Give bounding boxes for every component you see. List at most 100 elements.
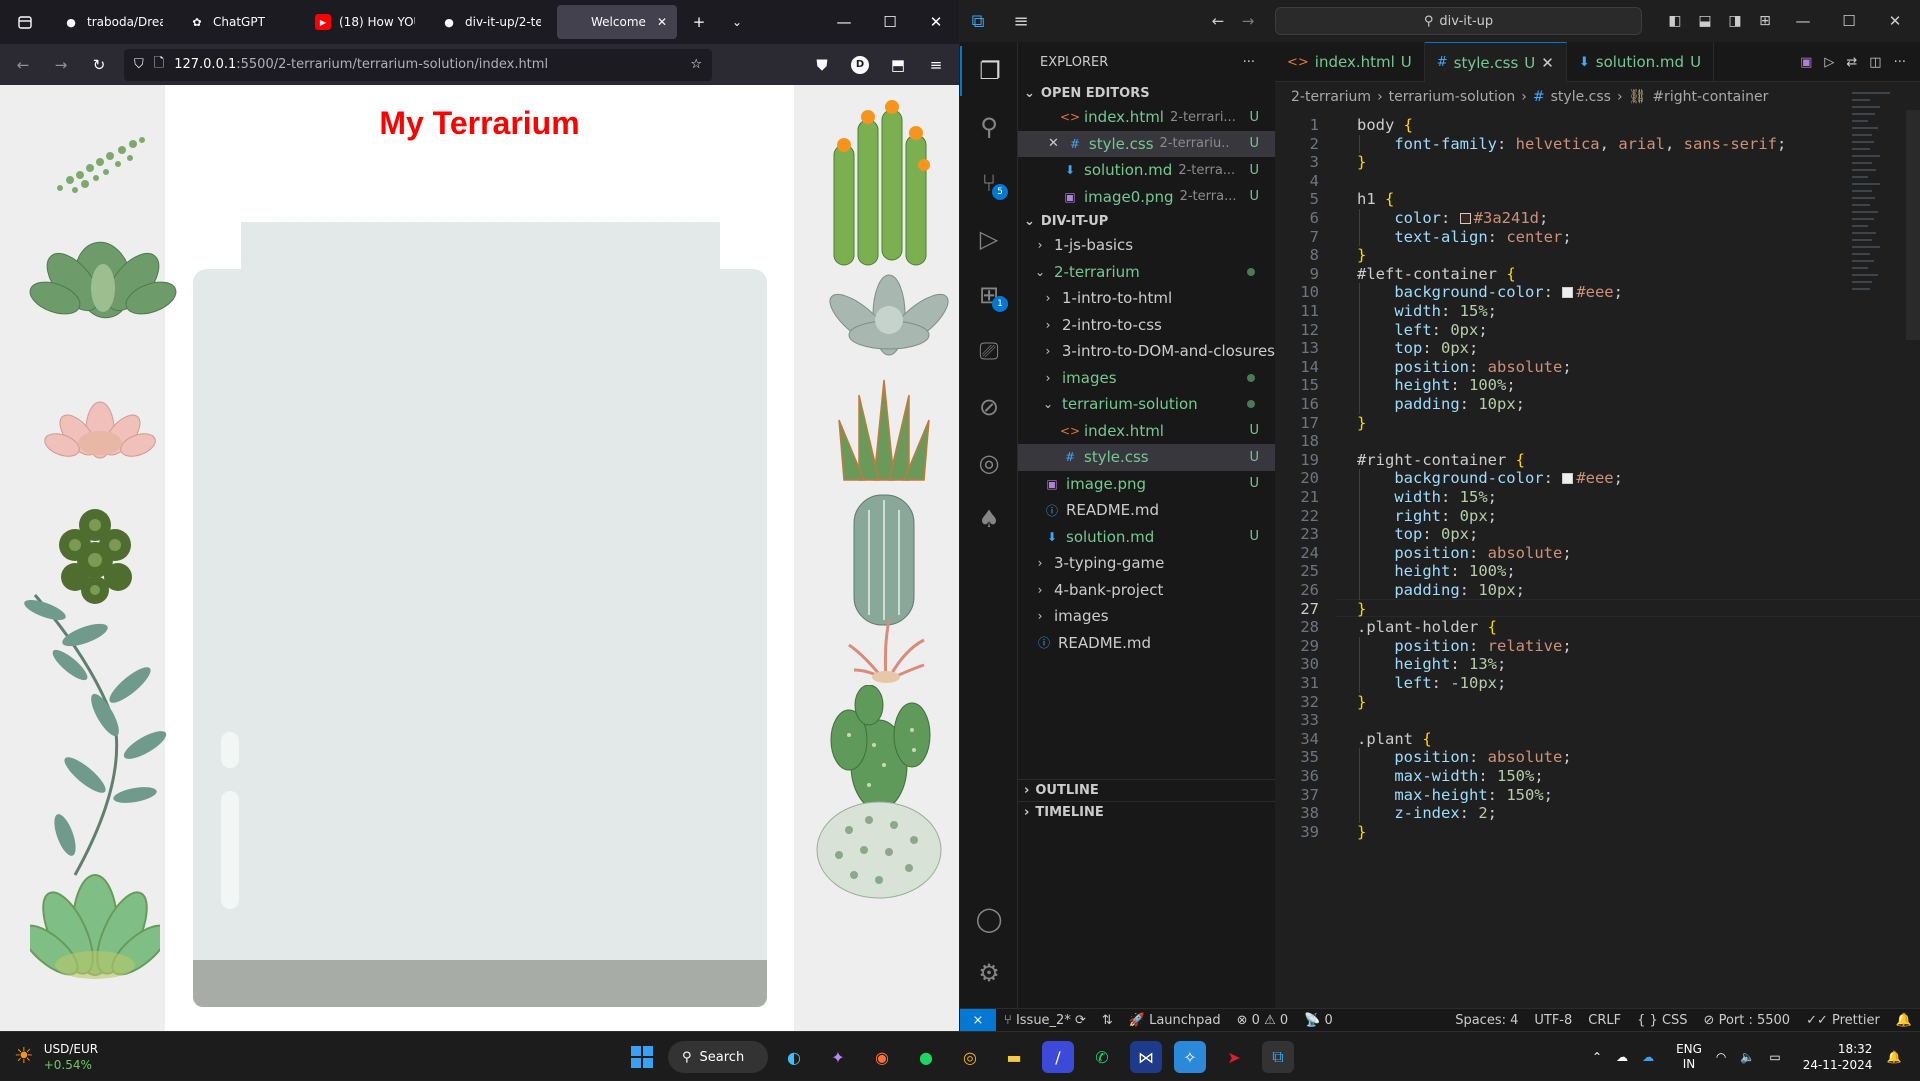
forward-icon[interactable]: →: [1233, 0, 1263, 42]
live-server-status[interactable]: ⊘ Port : 5500: [1696, 1013, 1799, 1028]
toggle-panel-icon[interactable]: ⬓: [1690, 0, 1720, 42]
close-window-icon[interactable]: ✕: [1872, 0, 1918, 42]
forward-icon[interactable]: →: [42, 49, 80, 81]
customize-layout-icon[interactable]: ⊞: [1750, 0, 1780, 42]
compare-icon[interactable]: ⇄: [1846, 55, 1857, 70]
bookmark-star-icon[interactable]: ☆: [690, 57, 702, 72]
chrome-icon[interactable]: ◎: [954, 1041, 986, 1073]
mongodb-leaf-icon[interactable]: ♠: [960, 494, 1018, 544]
shield-icon[interactable]: ⛉: [134, 57, 144, 72]
tree-file[interactable]: ▣ image.png U: [1018, 471, 1275, 498]
app-icon[interactable]: ✧: [1174, 1041, 1206, 1073]
clock[interactable]: 18:32 24-11-2024: [1803, 1041, 1873, 1073]
tree-file[interactable]: ⓘ README.md: [1018, 630, 1275, 657]
breadcrumb-item[interactable]: terrarium-solution: [1389, 89, 1516, 105]
start-icon[interactable]: [626, 1041, 658, 1073]
spotify-icon[interactable]: ●: [910, 1041, 942, 1073]
encoding-status[interactable]: UTF-8: [1526, 1013, 1580, 1028]
battery-icon[interactable]: ▭: [1769, 1050, 1780, 1064]
browser-tab[interactable]: ▶ (18) How YOU: [305, 5, 425, 39]
maximize-icon[interactable]: ☐: [1826, 0, 1872, 42]
split-editor-icon[interactable]: ◫: [1869, 55, 1881, 70]
extensions-icon[interactable]: ⊞ 1: [960, 270, 1018, 320]
extensions-icon[interactable]: ⬒: [879, 49, 917, 81]
eol-status[interactable]: CRLF: [1580, 1013, 1629, 1028]
edge-icon[interactable]: ◐: [778, 1041, 810, 1073]
breadcrumb-item[interactable]: #right-container: [1652, 89, 1768, 105]
gear-icon[interactable]: ⚙: [960, 948, 1018, 998]
more-actions-icon[interactable]: ···: [1894, 55, 1906, 70]
open-editors-header[interactable]: ⌄ OPEN EDITORS: [1018, 82, 1275, 104]
tree-folder[interactable]: ⌄ 2-terrarium: [1018, 259, 1275, 286]
account-avatar[interactable]: D: [841, 49, 879, 81]
plant-air-plant[interactable]: [844, 615, 929, 685]
editor-tab[interactable]: <> index.html U: [1275, 42, 1425, 82]
page-info-icon[interactable]: 🗋: [154, 54, 164, 76]
plant-green-rosette[interactable]: [25, 210, 180, 325]
language-status[interactable]: { } CSS: [1629, 1013, 1695, 1028]
volume-icon[interactable]: 🔈: [1740, 1050, 1755, 1064]
tree-folder[interactable]: ⌄ terrarium-solution: [1018, 391, 1275, 418]
open-editor-item[interactable]: ✕ # style.css 2-terrariu... U: [1018, 130, 1275, 157]
open-editor-item[interactable]: ▣ image0.png 2-terra... U: [1018, 184, 1275, 211]
url-bar[interactable]: ⛉ 🗋 127.0.0.1:5500/2-terrarium/terrarium…: [124, 48, 712, 81]
app-icon[interactable]: ➤: [1218, 1041, 1250, 1073]
code-editor[interactable]: 1 body {2 font-family: helvetica, arial, …: [1275, 110, 1920, 1008]
command-center[interactable]: ⚲ div-it-up: [1275, 7, 1642, 35]
plant-pink-rosette[interactable]: [40, 385, 165, 470]
browser-tab[interactable]: ● traboda/Dream: [53, 5, 173, 39]
browser-tab[interactable]: ✿ ChatGPT: [179, 5, 299, 39]
pocket-icon[interactable]: ⛊: [803, 49, 841, 81]
breadcrumb-item[interactable]: style.css: [1551, 89, 1611, 105]
tree-folder[interactable]: › 3-intro-to-DOM-and-closures: [1018, 338, 1275, 365]
tree-folder[interactable]: › 2-intro-to-css: [1018, 312, 1275, 339]
color-swatch[interactable]: [1562, 287, 1574, 299]
indentation-status[interactable]: Spaces: 4: [1447, 1013, 1526, 1028]
close-tab-icon[interactable]: ✕: [1541, 54, 1554, 72]
account-icon[interactable]: ◯: [960, 894, 1018, 944]
app-icon[interactable]: ∕: [1042, 1041, 1074, 1073]
run-debug-icon[interactable]: ▷: [960, 214, 1018, 264]
tree-folder[interactable]: › images: [1018, 603, 1275, 630]
editor-tab[interactable]: # style.css U ✕: [1424, 42, 1567, 82]
onedrive-icon[interactable]: ☁: [1642, 1050, 1654, 1064]
gitlens-inspect-icon[interactable]: ◎: [960, 438, 1018, 488]
onedrive-icon[interactable]: ☁: [1616, 1050, 1628, 1064]
taskbar-search[interactable]: ⚲ Search: [668, 1041, 768, 1073]
close-window-icon[interactable]: ✕: [913, 6, 959, 38]
gitlens-icon[interactable]: ⊘: [960, 382, 1018, 432]
preview-icon[interactable]: ▣: [1800, 55, 1812, 70]
open-editor-item[interactable]: ⬇ solution.md 2-terra... U: [1018, 157, 1275, 184]
widgets-ticker[interactable]: ☀ USD/EUR +0.54%: [14, 1032, 98, 1081]
menu-icon[interactable]: ≡: [996, 0, 1046, 42]
plant-spiky-agave[interactable]: [829, 370, 939, 495]
minimize-icon[interactable]: —: [821, 6, 867, 38]
plant-flowering-cactus[interactable]: [824, 95, 944, 270]
source-control-icon[interactable]: ⑂ 5: [960, 158, 1018, 208]
close-icon[interactable]: ✕: [1048, 136, 1059, 151]
plant-string-of-pearls[interactable]: [30, 120, 155, 200]
tree-folder[interactable]: › 4-bank-project: [1018, 577, 1275, 604]
firefox-icon[interactable]: ◉: [866, 1041, 898, 1073]
workspace-header[interactable]: ⌄ DIV-IT-UP: [1018, 210, 1275, 232]
more-actions-icon[interactable]: ···: [1243, 55, 1255, 70]
plant-grey-echeveria[interactable]: [819, 265, 959, 365]
notifications-icon[interactable]: 🔔: [1888, 1013, 1920, 1028]
browser-tab[interactable]: ● div-it-up/2-te: [431, 5, 551, 39]
search-icon[interactable]: ⚲: [960, 102, 1018, 152]
file-explorer-icon[interactable]: ▬: [998, 1041, 1030, 1073]
toggle-sidebar-icon[interactable]: ◧: [1660, 0, 1690, 42]
tree-folder[interactable]: › 3-typing-game: [1018, 550, 1275, 577]
tree-file[interactable]: <> index.html U: [1018, 418, 1275, 445]
color-swatch[interactable]: [1562, 473, 1574, 485]
new-tab-icon[interactable]: +: [680, 6, 718, 38]
scrollbar[interactable]: [1906, 110, 1920, 340]
launchpad-status[interactable]: 🚀 Launchpad: [1121, 1013, 1229, 1028]
plant-snowball-cactus[interactable]: [809, 790, 949, 900]
maximize-icon[interactable]: ☐: [867, 6, 913, 38]
app-icon[interactable]: ⋈: [1130, 1041, 1162, 1073]
minimize-icon[interactable]: —: [1780, 0, 1826, 42]
language-indicator[interactable]: ENG IN: [1676, 1042, 1702, 1072]
tree-file[interactable]: # style.css U: [1018, 444, 1275, 471]
menu-icon[interactable]: ≡: [917, 49, 955, 81]
